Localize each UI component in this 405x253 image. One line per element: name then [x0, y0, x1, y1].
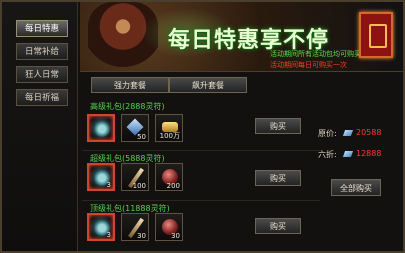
treasure-chest-icon	[359, 12, 393, 58]
item-quantity: 50	[137, 133, 146, 141]
divider	[82, 150, 320, 151]
buy-button[interactable]: 购买	[255, 118, 301, 134]
tab-power-pack[interactable]: 强力套餐	[91, 77, 169, 93]
tab-surge-pack[interactable]: 飙升套餐	[169, 77, 247, 93]
package-title: 高级礼包(2888灵符)	[90, 102, 165, 111]
banner-note-limit: 活动期间每日可购买一次	[270, 61, 347, 69]
orb-icon[interactable]: 200	[155, 163, 183, 191]
original-price-value: 20588	[356, 128, 382, 137]
package-items-row: 50 100万	[82, 114, 402, 148]
banner-note-availability: 活动期间所有活动包均可购买	[270, 50, 361, 58]
sidebar-item-madman-daily[interactable]: 狂人日常	[16, 66, 68, 83]
item-quantity: 100万	[159, 132, 180, 140]
sidebar-item-daily-prayer[interactable]: 每日祈福	[16, 89, 68, 106]
item-quantity: 30	[137, 232, 146, 240]
sidebar-item-daily-supplies[interactable]: 日常补给	[16, 43, 68, 60]
original-price-label: 原价:	[318, 129, 337, 138]
divider	[82, 200, 320, 201]
item-quantity: 30	[171, 232, 180, 240]
sword-icon[interactable]: 100	[121, 163, 149, 191]
sidebar-item-daily-deals[interactable]: 每日特惠	[16, 20, 68, 37]
buy-button[interactable]: 购买	[255, 218, 301, 234]
buy-all-button[interactable]: 全部购买	[331, 179, 381, 196]
item-quantity: 100	[132, 182, 146, 190]
promo-banner: 每日特惠享不停 活动期间所有活动包均可购买 活动期间每日可购买一次	[80, 2, 403, 72]
buy-button[interactable]: 购买	[255, 170, 301, 186]
discount-price-value: 12888	[356, 149, 382, 158]
scroll-icon[interactable]: 3	[87, 163, 115, 191]
sword-icon[interactable]: 30	[121, 213, 149, 241]
orb-icon[interactable]: 30	[155, 213, 183, 241]
scroll-icon[interactable]	[87, 114, 115, 142]
gold-icon[interactable]: 100万	[155, 114, 183, 142]
discount-price-label: 六折:	[318, 150, 337, 159]
crystal-icon[interactable]: 50	[121, 114, 149, 142]
item-quantity: 200	[166, 182, 180, 190]
item-quantity: 3	[106, 181, 111, 189]
item-quantity: 3	[106, 231, 111, 239]
package-items-row: 3 30 30	[82, 213, 402, 247]
sidebar: 每日特惠 日常补给 狂人日常 每日祈福	[2, 2, 78, 251]
scroll-icon[interactable]: 3	[87, 213, 115, 241]
